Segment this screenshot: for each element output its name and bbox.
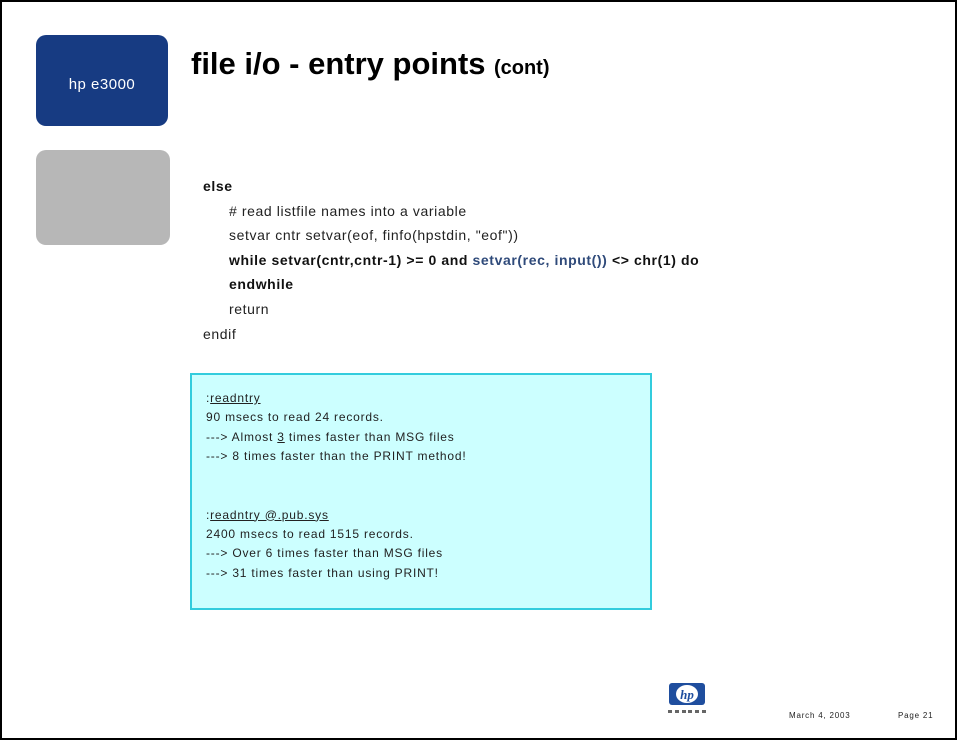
result-line: ---> Almost 3 times faster than MSG file…	[206, 428, 650, 447]
result-text: times faster than MSG files	[284, 429, 455, 444]
result-text: Almost	[228, 429, 278, 444]
result-number: 3	[277, 429, 285, 444]
title-suffix: (cont)	[493, 57, 550, 79]
title-main: file i/o - entry points	[191, 46, 486, 81]
arrow: --->	[206, 546, 229, 561]
code-line-while: while setvar(cntr,cntr-1) >= 0 and setva…	[203, 248, 699, 273]
code-line: else	[203, 178, 233, 194]
code-line: # read listfile names into a variable	[229, 202, 467, 219]
arrow: --->	[206, 429, 229, 444]
result-line: ---> Over 6 times faster than MSG files	[206, 544, 650, 563]
hp-logo-icon: hp	[669, 683, 705, 705]
result-text: 8 times faster than the PRINT method!	[228, 449, 467, 464]
code-line: setvar cntr setvar(eof, finfo(hpstdin, "…	[229, 227, 519, 244]
arrow: --->	[206, 565, 229, 580]
slide-title: file i/o - entry points (cont)	[191, 46, 550, 82]
results-box: :readntry 90 msecs to read 24 records. -…	[190, 373, 652, 610]
result-line: ---> 8 times faster than the PRINT metho…	[206, 447, 650, 466]
code-fragment: while setvar(cntr,cntr-1) >= 0 and	[229, 251, 473, 268]
command-text: readntry @.pub.sys	[210, 507, 329, 522]
code-line: endwhile	[229, 276, 294, 293]
command-prompt: :readntry	[206, 389, 650, 408]
decorative-gray-block	[36, 150, 170, 245]
hp-logo-mark: hp	[676, 685, 698, 703]
code-block: else # read listfile names into a variab…	[203, 174, 699, 346]
result-text: Over 6 times faster than MSG files	[228, 546, 443, 561]
result-line: 90 msecs to read 24 records.	[206, 410, 384, 425]
footer-date: March 4, 2003	[789, 711, 851, 720]
code-line: endif	[203, 325, 237, 342]
footer-page-number: Page 21	[898, 711, 934, 720]
hp-invent-tagline	[668, 710, 706, 714]
result-line: ---> 31 times faster than using PRINT!	[206, 564, 650, 583]
brand-block: hp e3000	[36, 35, 168, 126]
code-fragment-highlight: setvar(rec, input())	[472, 251, 608, 268]
brand-label: hp e3000	[68, 76, 136, 93]
command-text: readntry	[210, 391, 261, 405]
code-fragment: <> chr(1) do	[607, 251, 700, 268]
command-prompt: :readntry @.pub.sys	[206, 506, 650, 525]
result-text: 31 times faster than using PRINT!	[228, 565, 439, 580]
result-line: 2400 msecs to read 1515 records.	[206, 527, 414, 542]
arrow: --->	[206, 449, 229, 464]
code-line: return	[229, 300, 270, 317]
